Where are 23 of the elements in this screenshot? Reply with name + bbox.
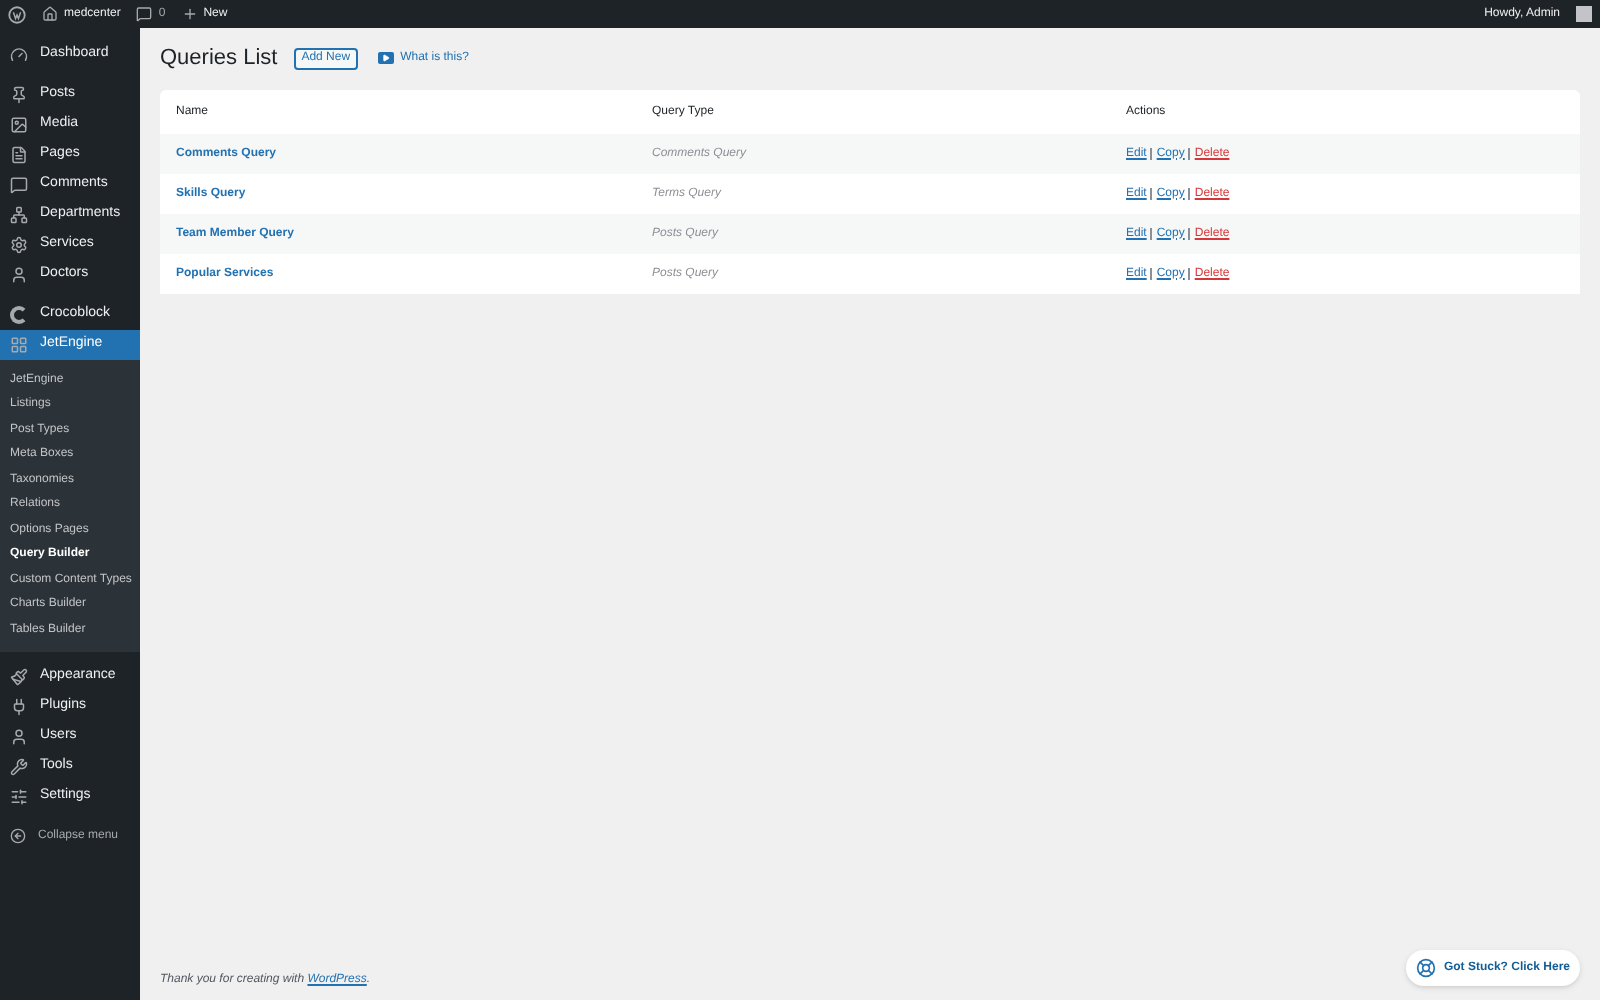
crescent-icon	[10, 306, 28, 324]
page-title: Queries List	[160, 43, 278, 74]
person-icon	[10, 727, 28, 745]
gear-icon	[10, 236, 28, 254]
sliders-icon	[10, 787, 28, 805]
image-icon	[10, 116, 28, 134]
speech-bubble-icon	[10, 176, 28, 194]
wrench-icon	[10, 757, 28, 775]
wordpress-logo-icon[interactable]	[8, 5, 26, 23]
plug-icon	[10, 697, 28, 715]
collapse-icon	[10, 828, 26, 844]
home-icon	[42, 6, 58, 22]
pin-icon	[10, 86, 28, 104]
paintbrush-icon	[10, 667, 28, 685]
plus-icon	[181, 6, 198, 22]
network-icon	[10, 206, 28, 224]
gauge-icon	[10, 46, 28, 64]
speech-bubble-icon[interactable]	[136, 6, 153, 22]
lifebuoy-icon	[1415, 958, 1436, 978]
page-icon	[10, 146, 28, 164]
person-icon	[10, 266, 28, 284]
video-icon	[378, 52, 395, 64]
grid-icon	[10, 336, 28, 354]
